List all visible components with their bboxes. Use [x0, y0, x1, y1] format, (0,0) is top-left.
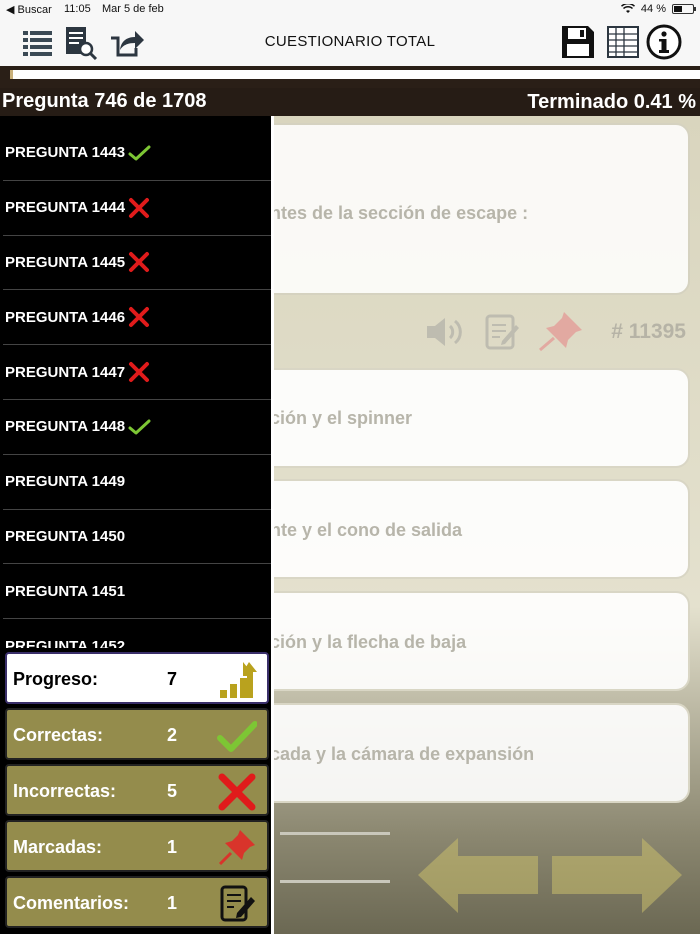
question-list-label: PREGUNTA 1445	[5, 253, 126, 271]
question-list-item[interactable]: PREGUNTA 1443	[3, 126, 271, 181]
question-list-label: PREGUNTA 1446	[5, 308, 126, 326]
checkmark-icon	[128, 145, 151, 161]
finished-percent: Terminado 0.41 %	[527, 91, 696, 113]
question-drawer: PREGUNTA 1443 PREGUNTA 1444 PREGUNTA 1445 P…	[0, 116, 274, 934]
question-list-item[interactable]: PREGUNTA 1449	[3, 455, 271, 510]
status-time: 11:05	[64, 3, 91, 15]
pushpin-icon	[218, 830, 255, 866]
answer-text: nte y el cono de salida	[270, 520, 463, 540]
grid-sheet-icon[interactable]	[605, 24, 641, 60]
status-bar: ◀ Buscar 11:05 Mar 5 de feb 44 %	[0, 0, 700, 18]
stat-value: 1	[167, 837, 178, 857]
stat-marked[interactable]: Marcadas: 1	[5, 820, 269, 872]
progress-track	[10, 70, 700, 79]
toolbar-title: CUESTIONARIO TOTAL	[264, 33, 436, 50]
stat-label: Comentarios:	[13, 893, 130, 913]
answer-text: cada y la cámara de expansión	[270, 744, 535, 764]
stat-label: Progreso:	[13, 669, 99, 689]
stat-value: 2	[167, 725, 178, 745]
comment-edit-icon[interactable]	[484, 313, 520, 351]
question-text: ntes de la sección de escape :	[270, 203, 529, 223]
cross-icon	[129, 362, 150, 383]
question-list-item[interactable]: PREGUNTA 1451	[3, 564, 271, 620]
stat-label: Marcadas:	[13, 837, 103, 857]
share-export-icon[interactable]	[108, 24, 144, 60]
battery-percent: 44 %	[640, 3, 666, 15]
question-list-label: PREGUNTA 1447	[5, 363, 126, 381]
stat-correct[interactable]: Correctas: 2	[5, 708, 269, 760]
divider	[280, 880, 390, 883]
bar-chart-up-icon	[220, 662, 257, 698]
info-icon[interactable]	[646, 24, 682, 60]
question-list-label: PREGUNTA 1448	[5, 418, 126, 436]
stat-incorrect[interactable]: Incorrectas: 5	[5, 764, 269, 816]
divider	[280, 832, 390, 835]
stat-progress[interactable]: Progreso: 7	[5, 652, 269, 704]
list-icon[interactable]	[20, 24, 56, 60]
stat-value: 7	[167, 669, 178, 689]
answer-text: ción y la flecha de baja	[270, 632, 467, 652]
progress-fill	[10, 70, 13, 79]
question-list-item[interactable]: PREGUNTA 1446	[3, 290, 271, 346]
question-id: # 11395	[611, 320, 686, 343]
previous-arrow-icon[interactable]	[418, 838, 548, 913]
question-list-item[interactable]: PREGUNTA 1447	[3, 345, 271, 400]
stat-comments[interactable]: Comentarios: 1	[5, 876, 269, 928]
next-arrow-icon[interactable]	[552, 838, 682, 913]
toolbar: CUESTIONARIO TOTAL	[0, 18, 700, 66]
speaker-icon[interactable]	[425, 314, 465, 350]
question-list-item[interactable]: PREGUNTA 1444	[3, 181, 271, 236]
stat-value: 5	[167, 781, 178, 801]
progress-strip	[0, 66, 700, 88]
status-date: Mar 5 de feb	[102, 3, 164, 15]
status-right: 44 %	[620, 3, 696, 15]
cross-icon	[129, 252, 150, 273]
question-list-item[interactable]: PREGUNTA 1450	[3, 510, 271, 565]
checkmark-icon	[128, 419, 151, 435]
pushpin-icon[interactable]	[538, 310, 584, 352]
stat-value: 1	[167, 893, 178, 913]
stat-label: Correctas:	[13, 725, 104, 745]
document-search-icon[interactable]	[62, 24, 98, 60]
cross-icon	[129, 307, 150, 328]
question-list-label: PREGUNTA 1443	[5, 144, 126, 162]
answer-text: ción y el spinner	[270, 408, 413, 428]
question-list-item[interactable]: PREGUNTA 1445	[3, 236, 271, 291]
question-list-item[interactable]: PREGUNTA 1448	[3, 400, 271, 455]
stat-label: Incorrectas:	[13, 781, 117, 801]
question-list-label: PREGUNTA 1450	[5, 527, 126, 545]
question-list[interactable]: PREGUNTA 1443 PREGUNTA 1444 PREGUNTA 1445 P…	[3, 126, 271, 648]
header-bar: Pregunta 746 de 1708 Terminado 0.41 %	[0, 88, 700, 116]
question-list-label: PREGUNTA 1452	[5, 637, 126, 648]
note-edit-icon	[220, 885, 255, 922]
cross-icon	[129, 197, 150, 218]
battery-icon	[672, 4, 696, 14]
checkmark-icon	[217, 721, 257, 752]
cross-icon	[218, 773, 256, 811]
question-list-item[interactable]: PREGUNTA 1452	[3, 619, 271, 648]
question-counter: Pregunta 746 de 1708	[2, 90, 207, 112]
wifi-icon	[620, 4, 635, 13]
back-to-search-link[interactable]: ◀ Buscar	[6, 3, 52, 16]
question-list-label: PREGUNTA 1444	[5, 199, 126, 217]
question-list-label: PREGUNTA 1451	[5, 582, 126, 600]
save-disk-icon[interactable]	[560, 24, 596, 60]
question-list-label: PREGUNTA 1449	[5, 473, 126, 491]
